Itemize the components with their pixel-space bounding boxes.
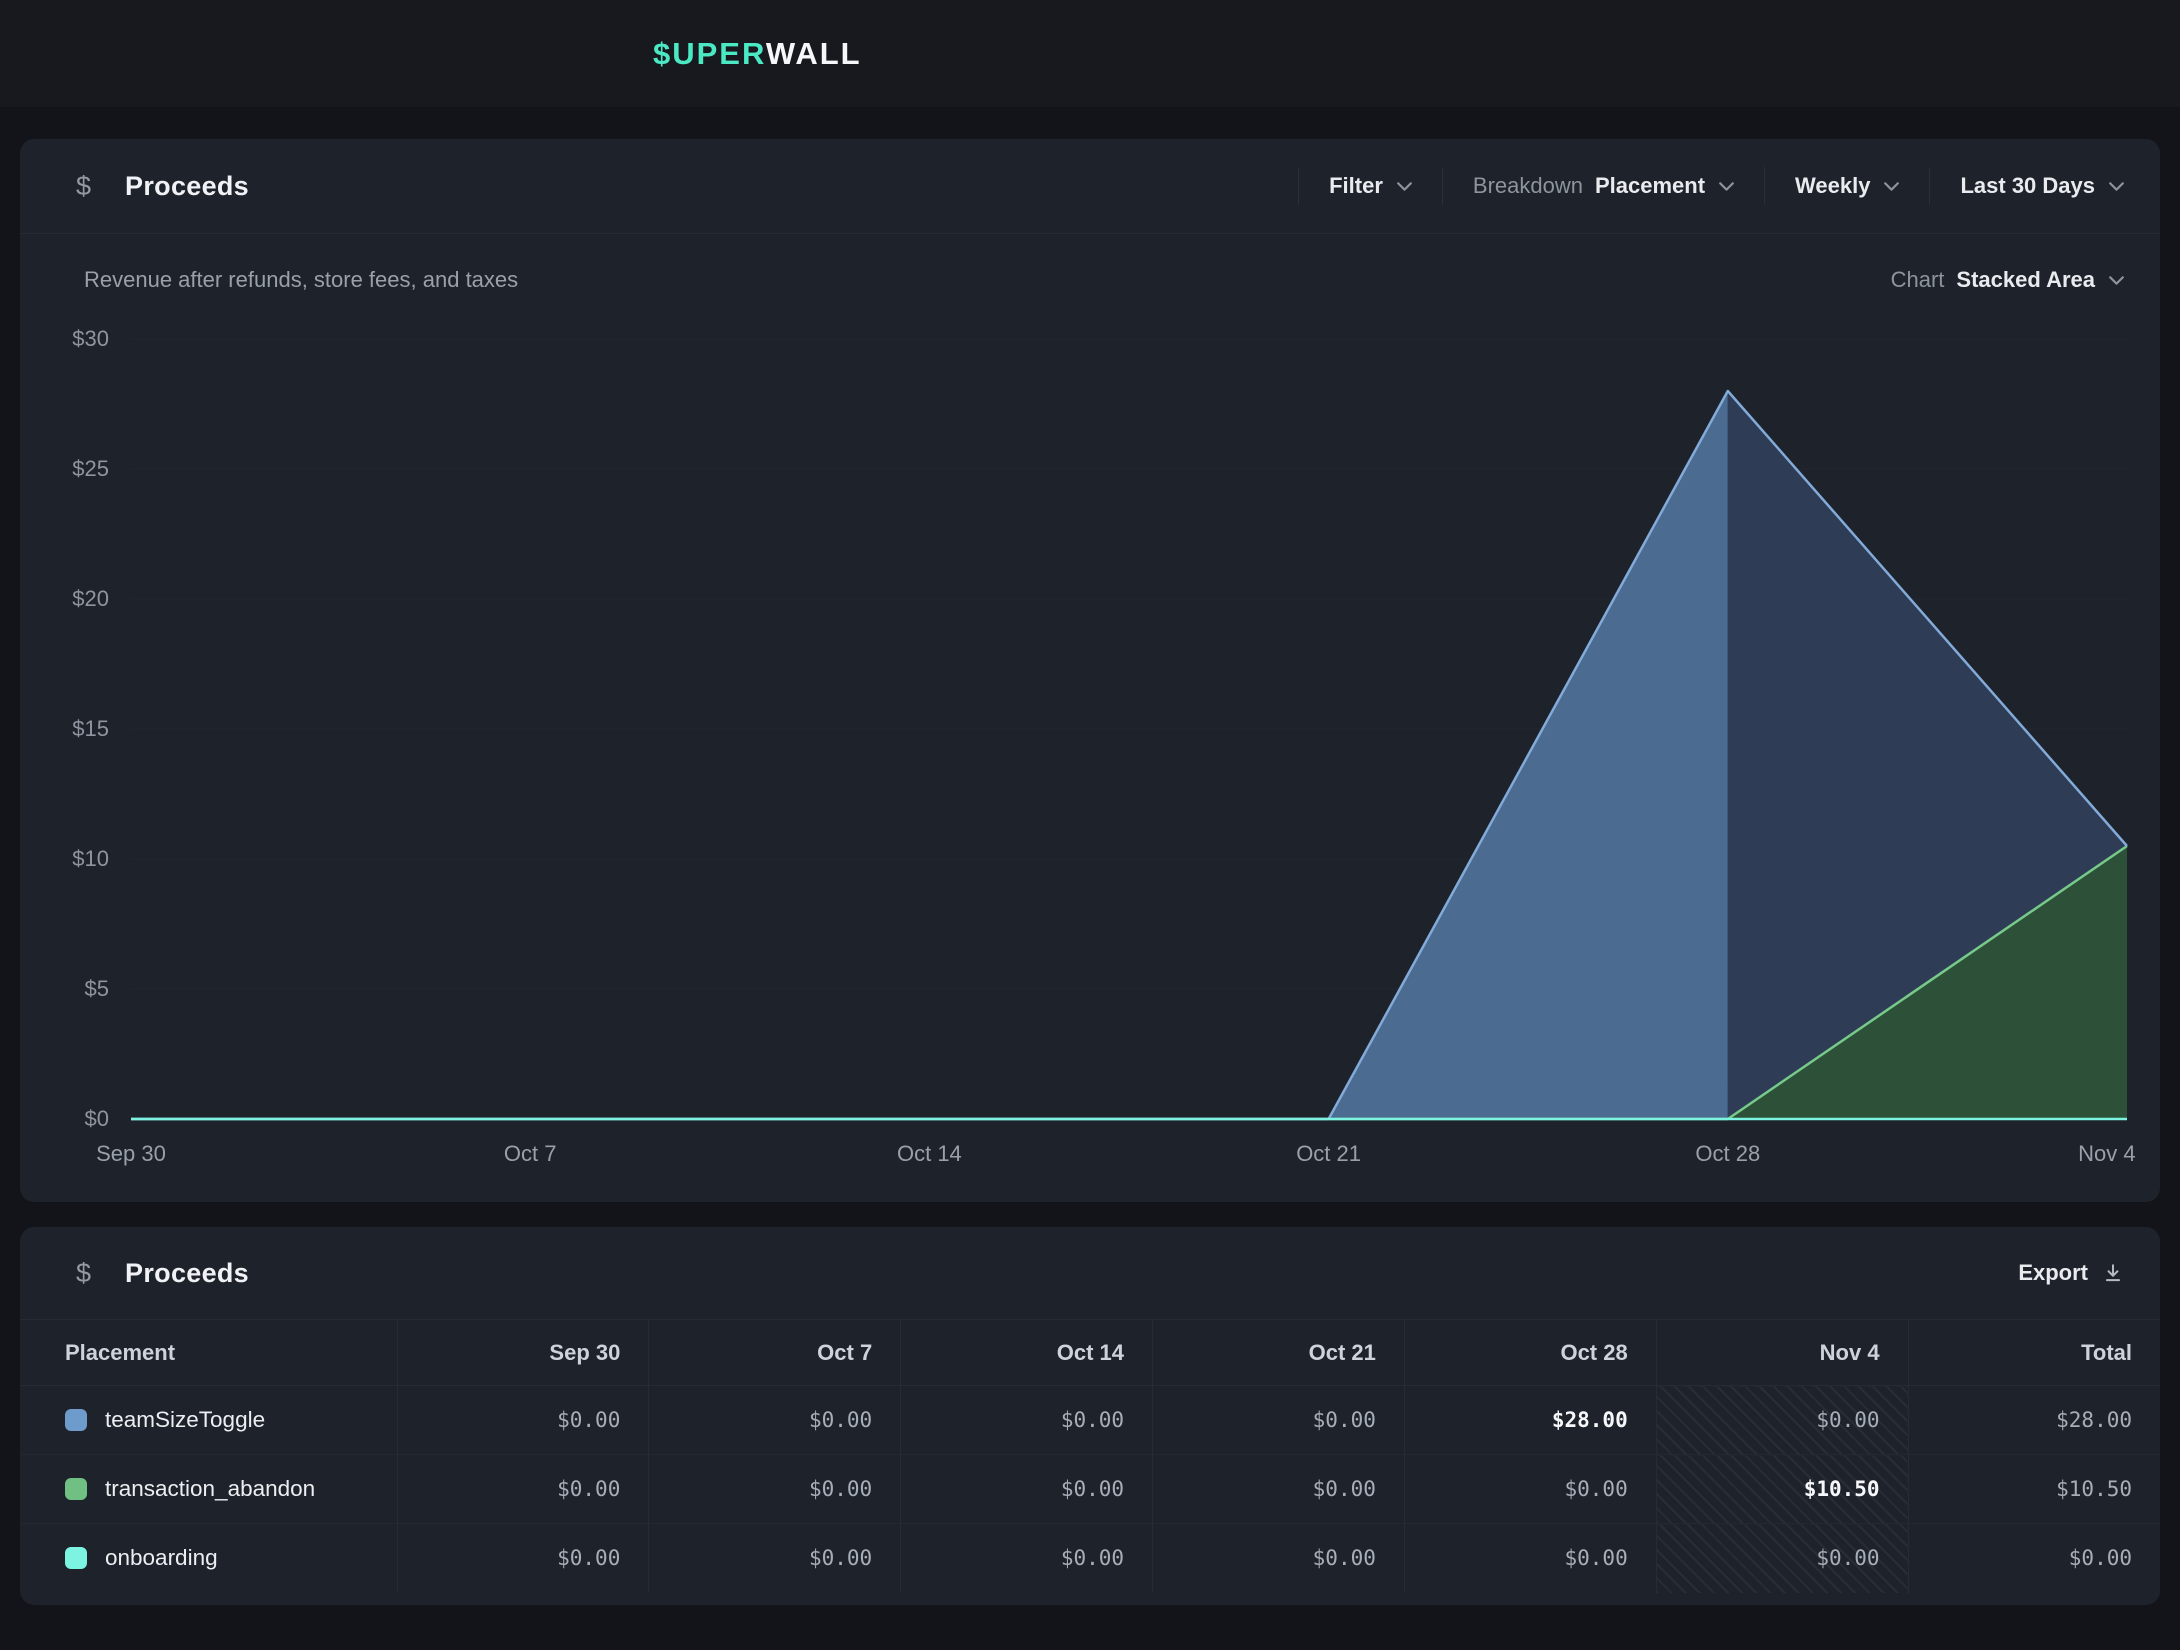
column-header: Nov 4 xyxy=(1656,1320,1908,1386)
breakdown-dropdown[interactable]: Breakdown Placement xyxy=(1473,173,1734,199)
chart-type-dropdown[interactable]: Chart Stacked Area xyxy=(1891,267,2124,293)
column-header: Oct 7 xyxy=(649,1320,901,1386)
x-axis-label: Nov 4 xyxy=(2078,1141,2135,1167)
x-axis-label: Oct 7 xyxy=(504,1141,557,1167)
interval-dropdown[interactable]: Weekly xyxy=(1795,173,1899,199)
placement-cell: transaction_abandon xyxy=(20,1455,397,1524)
table-row: onboarding$0.00$0.00$0.00$0.00$0.00$0.00… xyxy=(20,1524,2160,1593)
interval-value: Weekly xyxy=(1795,173,1870,199)
logo-prefix: $UPER xyxy=(653,36,766,71)
value-cell: $28.00 xyxy=(1908,1386,2160,1455)
value-cell: $0.00 xyxy=(649,1386,901,1455)
y-axis-label: $25 xyxy=(19,456,109,482)
chart-controls: Filter Breakdown Placement Weekly Last 3… xyxy=(1268,167,2124,205)
value-cell: $0.00 xyxy=(649,1524,901,1593)
series-swatch-icon xyxy=(65,1478,87,1500)
value-cell: $0.00 xyxy=(901,1386,1153,1455)
chevron-down-icon xyxy=(2109,275,2124,286)
x-axis-label: Sep 30 xyxy=(96,1141,166,1167)
value-cell: $0.00 xyxy=(1404,1524,1656,1593)
download-icon xyxy=(2102,1262,2124,1284)
divider xyxy=(1442,167,1443,205)
filter-label: Filter xyxy=(1329,173,1383,199)
range-dropdown[interactable]: Last 30 Days xyxy=(1960,173,2124,199)
value-cell: $0.00 xyxy=(397,1386,649,1455)
value-cell: $10.50 xyxy=(1908,1455,2160,1524)
y-axis-label: $20 xyxy=(19,586,109,612)
column-header: Sep 30 xyxy=(397,1320,649,1386)
y-axis-label: $0 xyxy=(19,1106,109,1132)
value-cell: $0.00 xyxy=(1908,1524,2160,1593)
column-header: Oct 14 xyxy=(901,1320,1153,1386)
chevron-down-icon xyxy=(2109,181,2124,192)
chart-panel-header: $ Proceeds Filter Breakdown Placement We… xyxy=(20,139,2160,234)
y-axis-label: $10 xyxy=(19,846,109,872)
value-cell: $0.00 xyxy=(1656,1524,1908,1593)
placement-name: teamSizeToggle xyxy=(105,1407,265,1433)
placement-cell: onboarding xyxy=(20,1524,397,1593)
proceeds-table: PlacementSep 30Oct 7Oct 14Oct 21Oct 28No… xyxy=(20,1319,2160,1593)
chart-type-value: Stacked Area xyxy=(1956,267,2095,293)
stacked-area-chart[interactable]: $0$5$10$15$20$25$30 xyxy=(131,339,2127,1119)
value-cell: $0.00 xyxy=(397,1455,649,1524)
y-axis-label: $15 xyxy=(19,716,109,742)
column-header: Placement xyxy=(20,1320,397,1386)
export-button[interactable]: Export xyxy=(2018,1260,2124,1286)
top-bar: $UPERWALL xyxy=(0,0,2180,107)
value-cell: $0.00 xyxy=(1153,1524,1405,1593)
chevron-down-icon xyxy=(1884,181,1899,192)
series-swatch-icon xyxy=(65,1409,87,1431)
series-swatch-icon xyxy=(65,1547,87,1569)
table-row: teamSizeToggle$0.00$0.00$0.00$0.00$28.00… xyxy=(20,1386,2160,1455)
chevron-down-icon xyxy=(1719,181,1734,192)
column-header: Oct 21 xyxy=(1153,1320,1405,1386)
placement-cell: teamSizeToggle xyxy=(20,1386,397,1455)
value-cell: $0.00 xyxy=(397,1524,649,1593)
value-cell: $0.00 xyxy=(901,1524,1153,1593)
area-teamsizetoggle xyxy=(131,391,1728,1119)
chart-subtitle: Revenue after refunds, store fees, and t… xyxy=(84,267,518,293)
chart-type-label: Chart xyxy=(1891,267,1945,293)
app-logo: $UPERWALL xyxy=(653,36,862,72)
value-cell: $0.00 xyxy=(1153,1455,1405,1524)
divider xyxy=(1929,167,1930,205)
placement-name: transaction_abandon xyxy=(105,1476,315,1502)
table-row: transaction_abandon$0.00$0.00$0.00$0.00$… xyxy=(20,1455,2160,1524)
value-cell: $0.00 xyxy=(649,1455,901,1524)
chart-panel-title: Proceeds xyxy=(125,171,249,202)
placement-name: onboarding xyxy=(105,1545,218,1571)
value-cell: $0.00 xyxy=(1153,1386,1405,1455)
value-cell: $10.50 xyxy=(1656,1455,1908,1524)
divider xyxy=(1298,167,1299,205)
table-panel-title: Proceeds xyxy=(125,1258,249,1289)
table-panel-header: $ Proceeds Export xyxy=(20,1227,2160,1319)
column-header: Oct 28 xyxy=(1404,1320,1656,1386)
divider xyxy=(1764,167,1765,205)
filter-dropdown[interactable]: Filter xyxy=(1329,173,1412,199)
export-label: Export xyxy=(2018,1260,2088,1286)
proceeds-table-panel: $ Proceeds Export PlacementSep 30Oct 7Oc… xyxy=(20,1227,2160,1605)
y-axis-label: $30 xyxy=(19,326,109,352)
logo-suffix: WALL xyxy=(766,36,862,71)
value-cell: $0.00 xyxy=(1404,1455,1656,1524)
value-cell: $0.00 xyxy=(901,1455,1153,1524)
breakdown-value: Placement xyxy=(1595,173,1705,199)
y-axis-label: $5 xyxy=(19,976,109,1002)
table-header-row: PlacementSep 30Oct 7Oct 14Oct 21Oct 28No… xyxy=(20,1320,2160,1386)
value-cell: $0.00 xyxy=(1656,1386,1908,1455)
dollar-icon: $ xyxy=(76,1258,91,1289)
x-axis-label: Oct 28 xyxy=(1695,1141,1760,1167)
chevron-down-icon xyxy=(1397,181,1412,192)
column-header: Total xyxy=(1908,1320,2160,1386)
chart-subheader: Revenue after refunds, store fees, and t… xyxy=(84,260,2124,300)
proceeds-chart-panel: $ Proceeds Filter Breakdown Placement We… xyxy=(20,139,2160,1202)
breakdown-label: Breakdown xyxy=(1473,173,1583,199)
chart-canvas[interactable] xyxy=(131,339,2127,1119)
x-axis: Sep 30Oct 7Oct 14Oct 21Oct 28Nov 4 xyxy=(131,1119,2127,1202)
x-axis-label: Oct 14 xyxy=(897,1141,962,1167)
x-axis-label: Oct 21 xyxy=(1296,1141,1361,1167)
dollar-icon: $ xyxy=(76,171,91,202)
value-cell: $28.00 xyxy=(1404,1386,1656,1455)
range-value: Last 30 Days xyxy=(1960,173,2095,199)
